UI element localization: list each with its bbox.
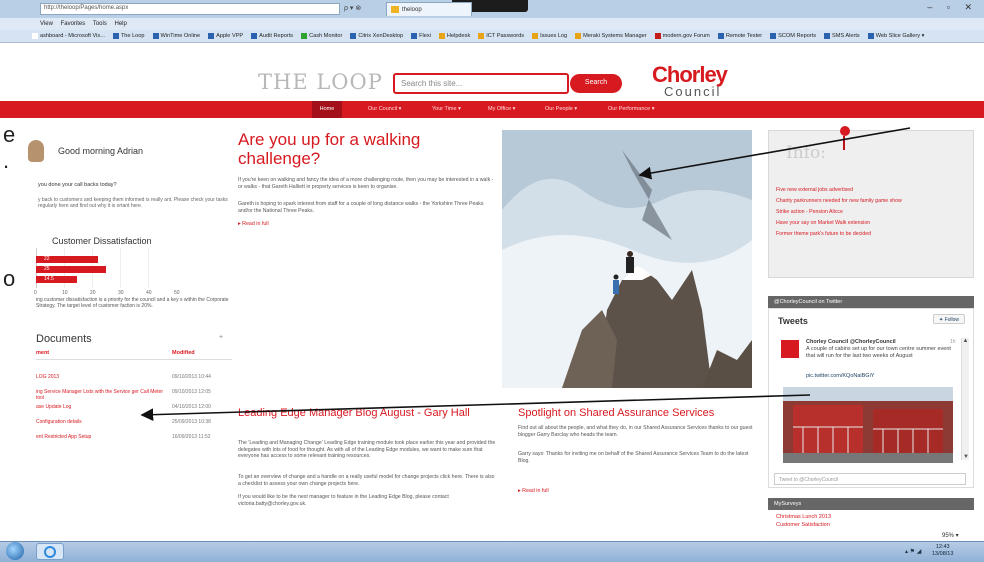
clock-date: 13/08/13 (932, 551, 954, 557)
screenshot: – ▫ ✕ http://theloop/Pages/home.aspx ρ ▾… (0, 0, 984, 562)
start-button[interactable] (6, 542, 24, 560)
taskbar (0, 541, 984, 562)
taskbar-ie-button[interactable] (36, 543, 64, 560)
annotation-arrows (140, 127, 911, 422)
zoom-level[interactable]: 95% ▾ (936, 532, 959, 539)
arrow-to-documents (140, 394, 811, 422)
arrow-to-photo (638, 127, 911, 180)
system-tray[interactable]: ▴ ⚑ ◢ (905, 548, 921, 555)
ie-icon (44, 546, 56, 558)
clock-time: 12:43 (935, 544, 950, 550)
clock[interactable]: 12:43 13/08/13 (932, 544, 953, 558)
